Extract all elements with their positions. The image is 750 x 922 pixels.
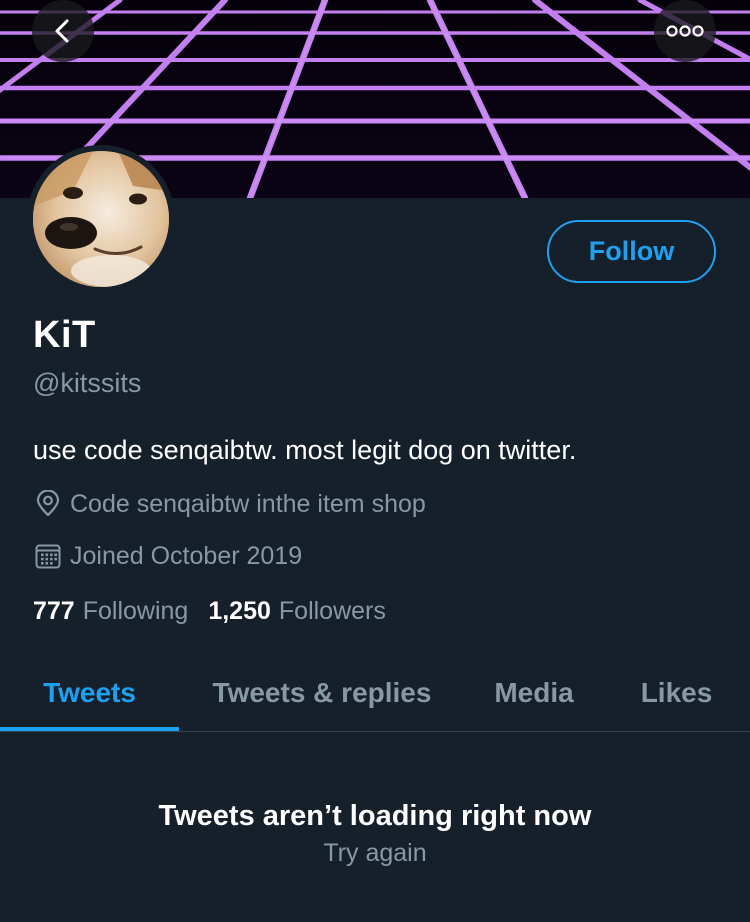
tab-media[interactable]: Media: [465, 655, 603, 731]
display-name: KiT: [33, 314, 96, 356]
tab-tweets[interactable]: Tweets: [0, 655, 179, 731]
following-link[interactable]: 777 Following: [33, 597, 188, 626]
profile-location: Code senqaibtw inthe item shop: [33, 489, 426, 519]
try-again-button[interactable]: Try again: [323, 839, 426, 868]
location-text: Code senqaibtw inthe item shop: [70, 489, 426, 518]
tab-tweets-and-replies[interactable]: Tweets & replies: [179, 655, 465, 731]
followers-count: 1,250: [208, 597, 271, 625]
profile-avatar[interactable]: [27, 145, 175, 293]
joined-text: Joined October 2019: [70, 541, 303, 570]
followers-link[interactable]: 1,250 Followers: [208, 597, 386, 626]
more-horizontal-icon: [666, 25, 704, 37]
following-label: Following: [82, 597, 189, 625]
active-tab-indicator: [0, 727, 179, 731]
more-options-button[interactable]: [654, 0, 716, 62]
followers-label: Followers: [278, 597, 386, 625]
tweets-error-state: Tweets aren’t loading right now Try agai…: [0, 800, 750, 868]
error-message: Tweets aren’t loading right now: [158, 800, 592, 832]
dog-face-icon: [33, 151, 169, 287]
user-handle: @kitssits: [33, 368, 142, 398]
follow-stats: 777 Following 1,250 Followers: [33, 597, 406, 626]
profile-joined-date: Joined October 2019: [33, 541, 302, 571]
tab-likes[interactable]: Likes: [603, 655, 750, 731]
following-count: 777: [33, 597, 75, 625]
location-pin-icon: [33, 489, 63, 519]
avatar-image: [33, 151, 169, 287]
follow-button[interactable]: Follow: [547, 220, 716, 283]
calendar-icon: [33, 541, 63, 571]
chevron-left-icon: [55, 19, 69, 43]
profile-tabs: Tweets Tweets & replies Media Likes: [0, 655, 750, 732]
profile-bio: use code senqaibtw. most legit dog on tw…: [33, 435, 577, 465]
back-button[interactable]: [32, 0, 94, 62]
